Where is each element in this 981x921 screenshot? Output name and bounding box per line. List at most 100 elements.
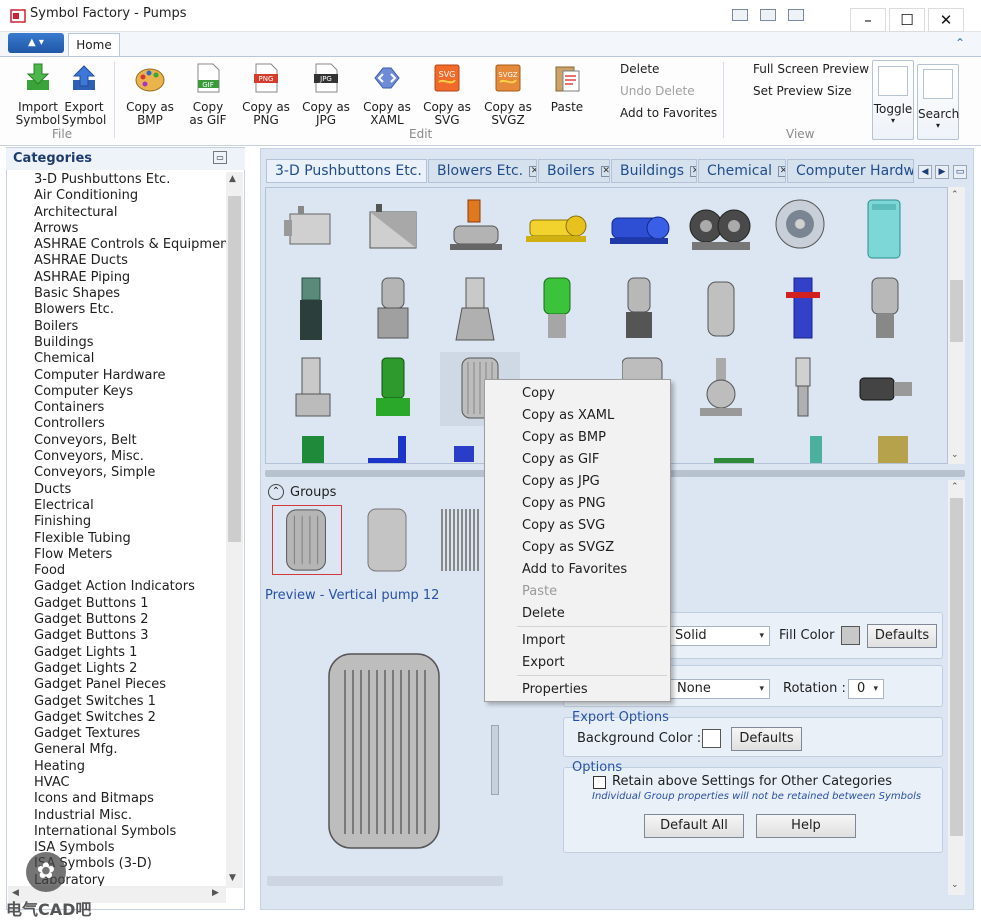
valve-pump-symbol[interactable] [686,356,756,422]
scroll-down-icon[interactable]: ⌄ [951,880,959,890]
layout-icon-2[interactable] [760,9,776,21]
category-item[interactable]: Controllers [8,416,226,432]
category-item[interactable]: 3-D Pushbuttons Etc. [8,172,226,188]
pump-symbol[interactable] [358,436,428,464]
flip-dropdown[interactable]: None ▾ [668,679,770,699]
fill-defaults-button[interactable]: Defaults [867,624,937,648]
tab-3d-pushbuttons[interactable]: 3-D Pushbuttons Etc.✕ [266,159,427,183]
category-item[interactable]: Conveyors, Belt [8,433,226,449]
line-style-dropdown[interactable]: Solid ▾ [666,626,770,646]
menu-item-copy-gif[interactable]: Copy as GIF [522,452,599,467]
category-item[interactable]: Electrical [8,498,226,514]
category-item[interactable]: Computer Keys [8,384,226,400]
menu-item-properties[interactable]: Properties [522,682,588,697]
tab-home[interactable]: Home [68,33,120,57]
app-menu-button[interactable]: ▲ ▾ [8,33,64,53]
category-item[interactable]: Flow Meters [8,547,226,563]
properties-vscroll-thumb[interactable] [950,498,963,836]
group-thumb[interactable] [352,505,422,575]
categories-vscroll-thumb[interactable] [228,196,241,542]
pump-symbol[interactable] [768,196,838,262]
pump-symbol[interactable] [522,196,592,262]
vertical-pump-symbol[interactable] [276,356,346,422]
vertical-pump-symbol[interactable] [850,276,920,342]
group-thumb-selected[interactable] [272,505,342,575]
category-item[interactable]: Chemical [8,351,226,367]
copy-bmp-button[interactable]: Copy as BMP [124,62,176,127]
undo-delete-button[interactable]: Undo Delete [620,84,695,98]
close-button[interactable]: ✕ [928,8,964,32]
category-item[interactable]: Computer Hardware [8,368,226,384]
tab-computer-hardware[interactable]: Computer Hardware [787,159,914,183]
pump-symbol[interactable] [604,196,674,262]
layout-icon-3[interactable] [788,9,804,21]
vertical-pump-symbol[interactable] [768,356,838,422]
menu-item-paste[interactable]: Paste [522,584,557,599]
tab-scroll-left-icon[interactable]: ◀ [918,165,932,179]
retain-settings-checkbox[interactable] [593,776,606,789]
paste-button[interactable]: Paste [541,62,593,114]
rotation-dropdown[interactable]: 0 ▾ [848,679,884,699]
category-item[interactable]: Industrial Misc. [8,808,226,824]
vertical-pump-symbol[interactable] [604,276,674,342]
category-item[interactable]: Conveyors, Simple [8,465,226,481]
close-icon[interactable]: ✕ [600,165,609,177]
menu-item-copy-svg[interactable]: Copy as SVG [522,518,605,533]
category-item[interactable]: HVAC [8,775,226,791]
category-item[interactable]: Ducts [8,482,226,498]
close-icon[interactable]: ✕ [690,165,696,177]
menu-item-copy[interactable]: Copy [522,386,555,401]
category-item[interactable]: ASHRAE Ducts [8,253,226,269]
vertical-pump-symbol[interactable] [768,276,838,342]
copy-jpg-button[interactable]: JPG Copy as JPG [300,62,352,127]
pump-symbol[interactable] [786,436,856,464]
import-symbol-button[interactable]: Import Symbol [12,62,64,127]
tab-list-icon[interactable]: ▭ [953,165,967,179]
background-color-swatch[interactable] [702,729,721,748]
tab-scroll-right-icon[interactable]: ▶ [935,165,949,179]
scroll-down-icon[interactable]: ▼ [229,873,236,883]
layout-icon-1[interactable] [732,9,748,21]
minimize-button[interactable]: – [850,8,886,32]
category-item[interactable]: ASHRAE Piping [8,270,226,286]
tab-blowers[interactable]: Blowers Etc. ✕ [428,159,537,183]
vertical-pump-symbol[interactable] [358,356,428,422]
add-favorites-button[interactable]: Add to Favorites [620,106,717,120]
motor-pump-symbol[interactable] [850,356,920,422]
copy-svg-button[interactable]: SVG Copy as SVG [421,62,473,127]
category-item[interactable]: Gadget Buttons 2 [8,612,226,628]
maximize-button[interactable]: ☐ [889,8,925,32]
tab-boilers[interactable]: Boilers ✕ [538,159,610,183]
collapse-icon[interactable]: ⌃ [268,484,284,500]
category-item[interactable]: Gadget Textures [8,726,226,742]
copy-gif-button[interactable]: GIF Copy as GIF [182,62,234,127]
category-item[interactable]: Flexible Tubing [8,531,226,547]
category-item[interactable]: Finishing [8,514,226,530]
category-item[interactable]: Gadget Action Indicators [8,579,226,595]
pump-symbol[interactable] [440,196,510,262]
category-item[interactable]: Conveyors, Misc. [8,449,226,465]
help-button[interactable]: Help [756,814,856,838]
ribbon-collapse-icon[interactable]: ⌃ [955,36,969,50]
category-item[interactable]: Architectural [8,205,226,221]
close-icon[interactable]: ✕ [529,165,536,177]
category-item[interactable]: Boilers [8,319,226,335]
tab-buildings[interactable]: Buildings ✕ [611,159,697,183]
pump-symbol[interactable] [868,436,938,464]
menu-item-export[interactable]: Export [522,655,565,670]
preview-vscrollbar[interactable] [491,725,499,795]
menu-item-copy-svgz[interactable]: Copy as SVGZ [522,540,614,555]
tab-chemical[interactable]: Chemical ✕ [698,159,786,183]
menu-item-copy-xaml[interactable]: Copy as XAML [522,408,614,423]
copy-xaml-button[interactable]: Copy as XAML [361,62,413,127]
category-item[interactable]: Heating [8,759,226,775]
fill-color-swatch[interactable] [841,626,860,645]
menu-item-delete[interactable]: Delete [522,606,565,621]
pump-symbol[interactable] [358,196,428,262]
category-item[interactable]: Gadget Lights 2 [8,661,226,677]
category-item[interactable]: ASHRAE Controls & Equipment [8,237,226,253]
category-item[interactable]: Arrows [8,221,226,237]
vertical-pump-symbol[interactable] [440,276,510,342]
toggle-button[interactable]: Toggle ▾ [872,60,914,140]
menu-item-copy-png[interactable]: Copy as PNG [522,496,606,511]
